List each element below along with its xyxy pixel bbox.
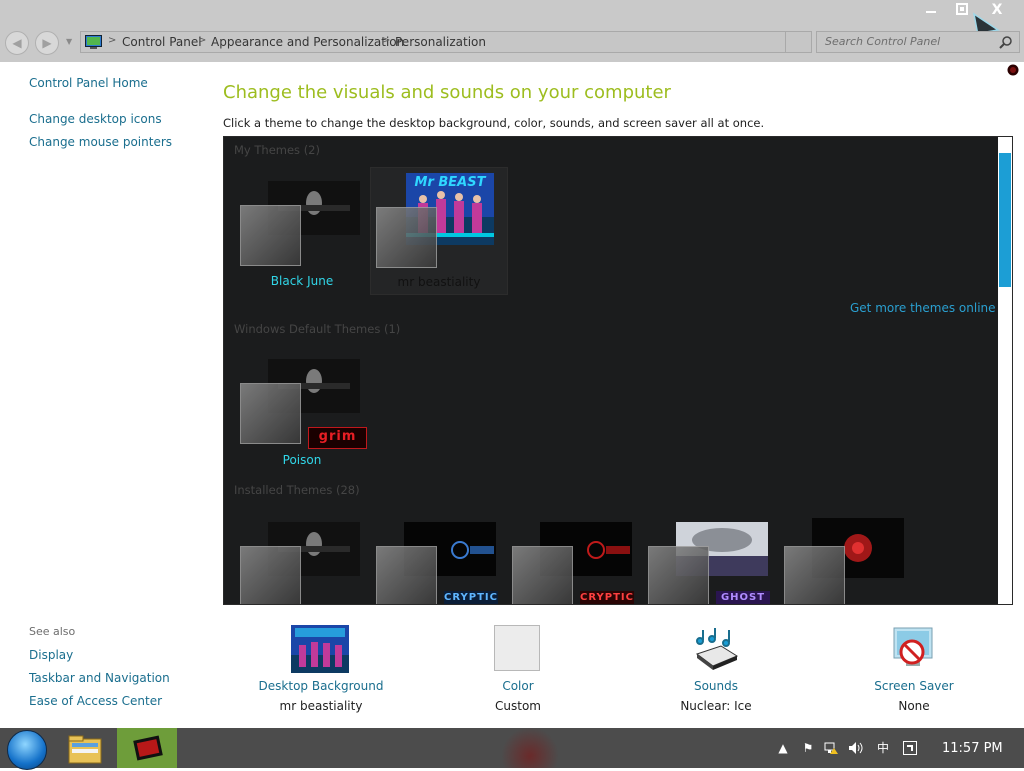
restore-icon xyxy=(956,3,968,15)
theme-name: Poison xyxy=(282,453,322,467)
theme-name: Black June xyxy=(270,274,334,288)
theme-black-june[interactable]: Black June xyxy=(232,171,372,291)
theme-color-swatch xyxy=(240,383,301,444)
notification-icon[interactable] xyxy=(902,740,918,756)
theme-color-swatch xyxy=(240,205,301,266)
screen-saver-value: None xyxy=(898,699,930,713)
theme-badge: CRYPTIC xyxy=(444,591,498,604)
sounds-label[interactable]: Sounds xyxy=(636,679,796,693)
file-explorer-taskbar-button[interactable] xyxy=(63,730,107,768)
color-swatch-icon xyxy=(494,625,540,671)
theme-color-swatch xyxy=(784,546,845,604)
search-box[interactable]: Search Control Panel xyxy=(816,31,1020,53)
installed-themes-heading: Installed Themes (28) xyxy=(234,483,360,497)
ease-of-access-link[interactable]: Ease of Access Center xyxy=(29,694,162,708)
change-desktop-icons-link[interactable]: Change desktop icons xyxy=(29,112,162,126)
control-panel-icon xyxy=(85,35,102,49)
breadcrumb-control-panel[interactable]: Control Panel xyxy=(122,35,202,49)
taskbar-watermark xyxy=(500,728,560,768)
recent-pages-dropdown[interactable]: ▼ xyxy=(66,37,76,47)
start-button[interactable] xyxy=(7,730,47,770)
breadcrumb-separator: > xyxy=(108,35,117,46)
breadcrumb-appearance[interactable]: Appearance and Personalization xyxy=(211,35,404,49)
change-mouse-pointers-link[interactable]: Change mouse pointers xyxy=(29,135,172,149)
default-themes-heading: Windows Default Themes (1) xyxy=(234,322,401,336)
theme-poison[interactable]: grim Poison xyxy=(232,349,372,469)
screen-saver-label[interactable]: Screen Saver xyxy=(834,679,994,693)
desktop-background-value: mr beastiality xyxy=(279,699,363,713)
theme-color-swatch xyxy=(512,546,573,604)
minimize-button[interactable] xyxy=(920,2,942,18)
theme-badge: CRYPTIC xyxy=(580,591,634,604)
wallpaper-banner-text: Mr BEAST xyxy=(414,175,486,190)
minimize-icon xyxy=(926,11,936,13)
forward-button[interactable]: ▶ xyxy=(35,31,59,55)
theme-badge: GHOST xyxy=(716,591,770,604)
theme-name: mr beastiality xyxy=(397,275,481,289)
network-icon[interactable] xyxy=(823,740,839,756)
theme-list[interactable]: My Themes (2) Black June Mr BEAST mr bea… xyxy=(223,136,1013,605)
search-placeholder: Search Control Panel xyxy=(825,35,941,48)
restore-button[interactable] xyxy=(951,2,973,18)
action-center-flag-icon[interactable]: ⚑ xyxy=(800,740,816,756)
desktop-background-item[interactable]: Desktop Background mr beastiality xyxy=(241,620,401,716)
personalization-app-icon xyxy=(133,735,163,761)
color-value: Custom xyxy=(495,699,541,713)
my-themes-heading: My Themes (2) xyxy=(234,143,320,157)
theme-color-swatch xyxy=(376,207,437,268)
search-icon[interactable] xyxy=(999,35,1013,49)
desktop-background-label[interactable]: Desktop Background xyxy=(241,679,401,693)
theme-installed[interactable]: GHOST xyxy=(640,512,780,604)
personalization-taskbar-button[interactable] xyxy=(117,728,177,768)
theme-installed[interactable] xyxy=(232,512,372,604)
color-item[interactable]: Color Custom xyxy=(438,620,598,716)
theme-color-swatch xyxy=(648,546,709,604)
page-title: Change the visuals and sounds on your co… xyxy=(223,82,671,103)
address-dropdown-button[interactable] xyxy=(785,32,812,52)
theme-color-swatch xyxy=(240,546,301,604)
desktop-background-icon xyxy=(291,625,349,673)
color-label[interactable]: Color xyxy=(438,679,598,693)
show-hidden-icons-icon[interactable]: ▲ xyxy=(775,740,791,756)
breadcrumb-separator: > xyxy=(382,35,391,46)
page-subtitle: Click a theme to change the desktop back… xyxy=(223,116,765,130)
screen-saver-icon xyxy=(888,624,938,674)
taskbar-clock[interactable]: 11:57 PM xyxy=(942,741,1003,756)
theme-mr-beastiality[interactable]: Mr BEAST mr beastiality xyxy=(370,167,508,295)
taskbar-navigation-link[interactable]: Taskbar and Navigation xyxy=(29,671,170,685)
theme-color-swatch xyxy=(376,546,437,604)
display-link[interactable]: Display xyxy=(29,648,73,662)
sounds-icon xyxy=(691,624,741,674)
theme-installed[interactable]: CRYPTIC xyxy=(368,512,508,604)
theme-list-scroll-thumb[interactable] xyxy=(999,153,1011,287)
theme-installed[interactable] xyxy=(776,512,916,604)
input-method-indicator[interactable]: 中 xyxy=(875,740,891,756)
breadcrumb-separator: > xyxy=(198,35,207,46)
folder-icon xyxy=(68,735,102,764)
back-button[interactable]: ◀ xyxy=(5,31,29,55)
volume-icon[interactable] xyxy=(847,740,863,756)
breadcrumb-personalization[interactable]: Personalization xyxy=(395,35,486,49)
theme-badge: grim xyxy=(308,427,367,449)
sounds-item[interactable]: Sounds Nuclear: Ice xyxy=(636,620,796,716)
control-panel-home-link[interactable]: Control Panel Home xyxy=(29,76,148,90)
sounds-value: Nuclear: Ice xyxy=(680,699,752,713)
help-icon[interactable] xyxy=(1007,64,1019,76)
screen-saver-item[interactable]: Screen Saver None xyxy=(834,620,994,716)
see-also-heading: See also xyxy=(29,625,76,638)
address-bar[interactable]: > Control Panel > Appearance and Persona… xyxy=(80,31,812,53)
get-more-themes-link[interactable]: Get more themes online xyxy=(850,301,996,315)
theme-installed[interactable]: CRYPTIC xyxy=(504,512,644,604)
